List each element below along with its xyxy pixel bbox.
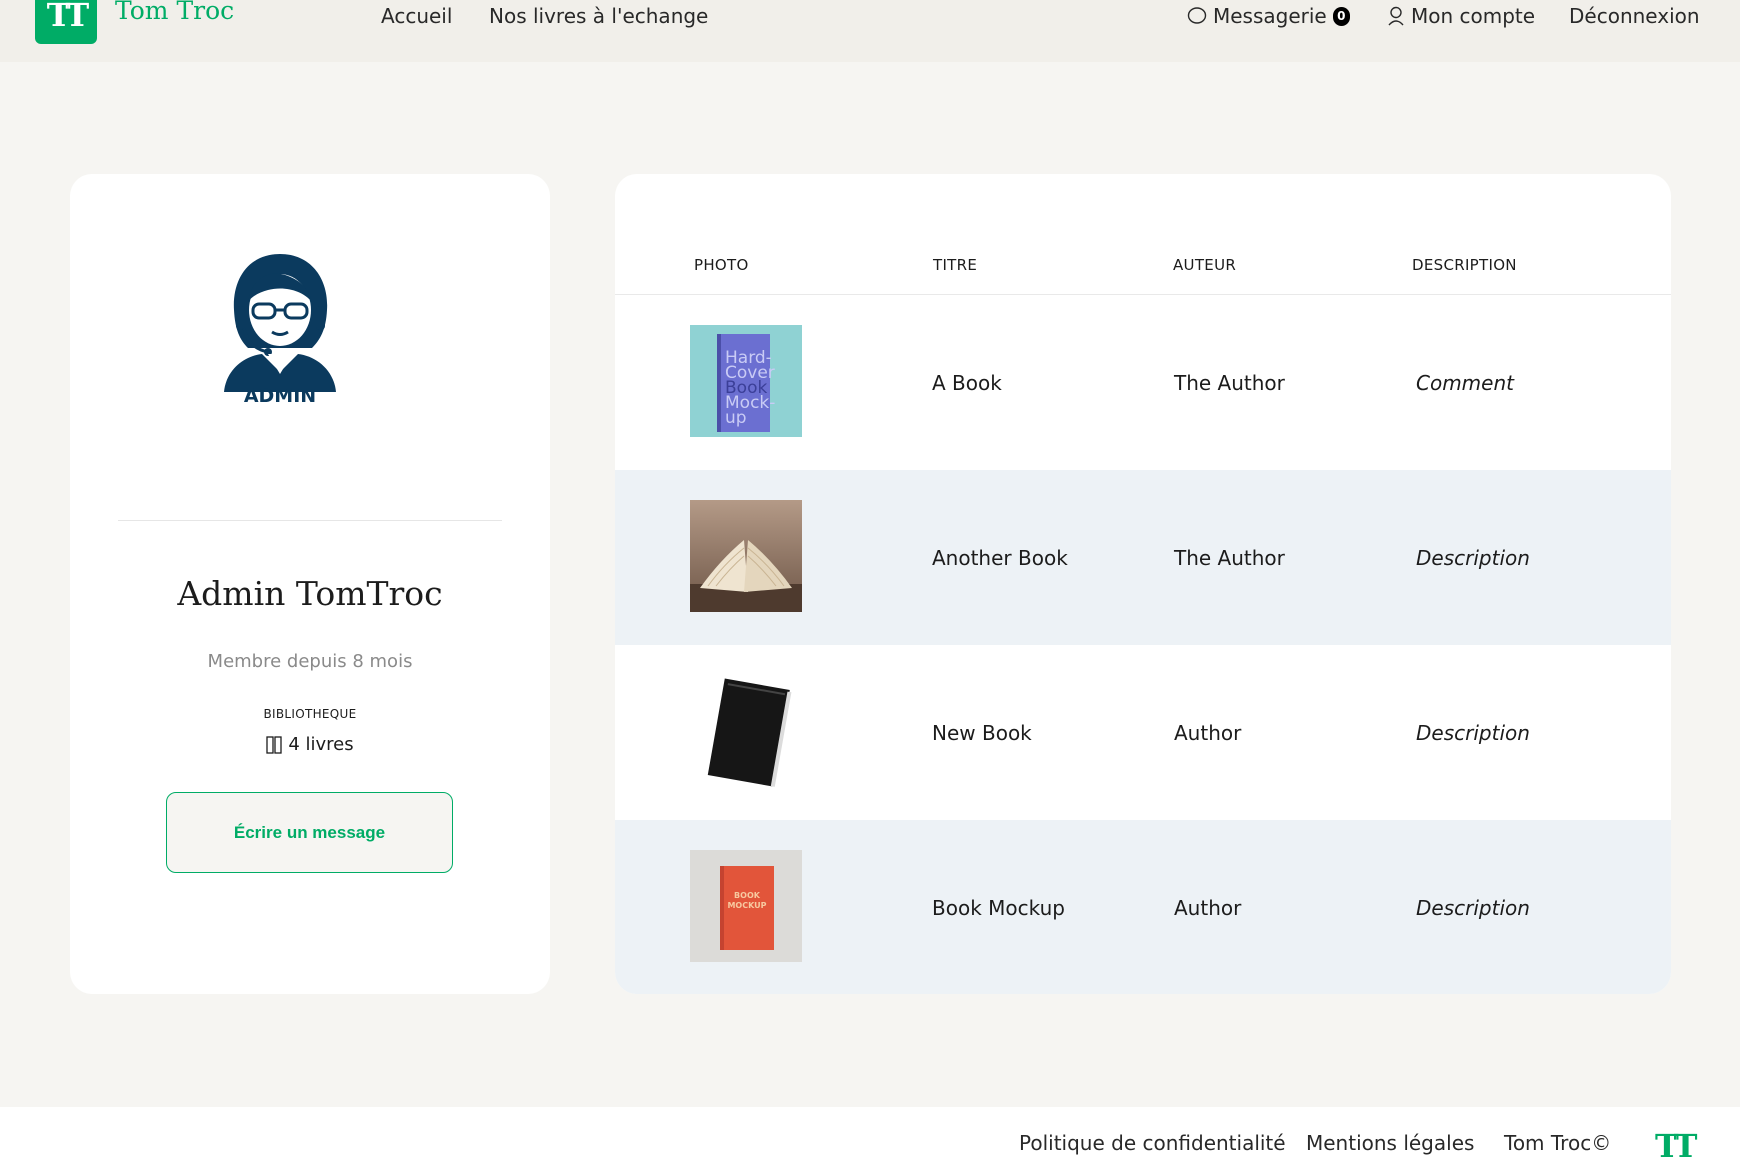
book-author: The Author [1174,546,1285,570]
book-cover-image[interactable]: Hard- Cover Book Mock- up [690,325,802,437]
nav-messages-link[interactable]: Messagerie 0 [1187,4,1350,28]
messages-label: Messagerie [1213,4,1327,28]
chat-bubble-icon [1187,7,1207,24]
col-author-header: AUTEUR [1173,256,1237,274]
books-icon [266,735,282,754]
copyright-text: Tom Troc© [1504,1131,1612,1155]
book-title: New Book [932,721,1032,745]
table-row[interactable]: Hard- Cover Book Mock- up A Book The Aut… [615,295,1671,470]
footer: Politique de confidentialité Mentions lé… [0,1107,1740,1160]
book-author: Author [1174,721,1242,745]
nav-books-link[interactable]: Nos livres à l'echange [489,4,708,28]
book-title: Another Book [932,546,1068,570]
member-since: Membre depuis 8 mois [207,651,413,672]
nav-home-link[interactable]: Accueil [381,4,452,28]
nav-logout-link[interactable]: Déconnexion [1569,4,1700,28]
top-navbar: TT Tom Troc Accueil Nos livres à l'echan… [0,0,1740,62]
col-description-header: DESCRIPTION [1412,256,1517,274]
table-row[interactable]: BOOK MOCKUP Book Mockup Author Descripti… [615,820,1671,994]
book-title: Book Mockup [932,896,1065,920]
svg-text:MOCKUP: MOCKUP [727,901,766,910]
book-count: 4 livres [288,734,354,755]
col-photo-header: PHOTO [694,256,749,274]
profile-name: Admin TomTroc [177,574,443,613]
nav-account-link[interactable]: Mon compte [1387,4,1535,28]
table-row[interactable]: New Book Author Description [615,645,1671,820]
logo-mark[interactable]: TT [35,0,97,44]
admin-avatar: ADMIN [224,254,336,402]
book-description: Description [1416,896,1530,920]
book-title: A Book [932,371,1002,395]
library-label: BIBLIOTHEQUE [263,707,357,721]
book-description: Description [1416,546,1530,570]
col-title-header: TITRE [933,256,978,274]
footer-logo: TT [1655,1127,1698,1160]
book-cover-image[interactable] [690,500,802,612]
user-icon [1388,6,1404,26]
brand-name[interactable]: Tom Troc [115,0,234,25]
books-table: PHOTO TITRE AUTEUR DESCRIPTION Hard- Cov… [615,174,1671,994]
book-description: Comment [1416,371,1514,395]
library-count: 4 livres [70,734,550,755]
book-description: Description [1416,721,1530,745]
write-message-button[interactable]: Écrire un message [166,792,453,873]
avatar-caption: ADMIN [244,385,316,402]
profile-card: ADMIN Admin TomTroc Membre depuis 8 mois… [70,174,550,994]
table-header: PHOTO TITRE AUTEUR DESCRIPTION [615,174,1671,295]
book-cover-image[interactable]: BOOK MOCKUP [690,850,802,962]
unread-count-badge: 0 [1332,6,1350,26]
legal-notice-link[interactable]: Mentions légales [1306,1131,1474,1155]
book-author: The Author [1174,371,1285,395]
svg-text:BOOK: BOOK [734,891,761,900]
account-label: Mon compte [1411,4,1536,28]
table-row[interactable]: Another Book The Author Description [615,470,1671,645]
privacy-policy-link[interactable]: Politique de confidentialité [1019,1131,1286,1155]
profile-divider [118,520,502,521]
book-cover-image[interactable] [690,675,802,787]
book-author: Author [1174,896,1242,920]
